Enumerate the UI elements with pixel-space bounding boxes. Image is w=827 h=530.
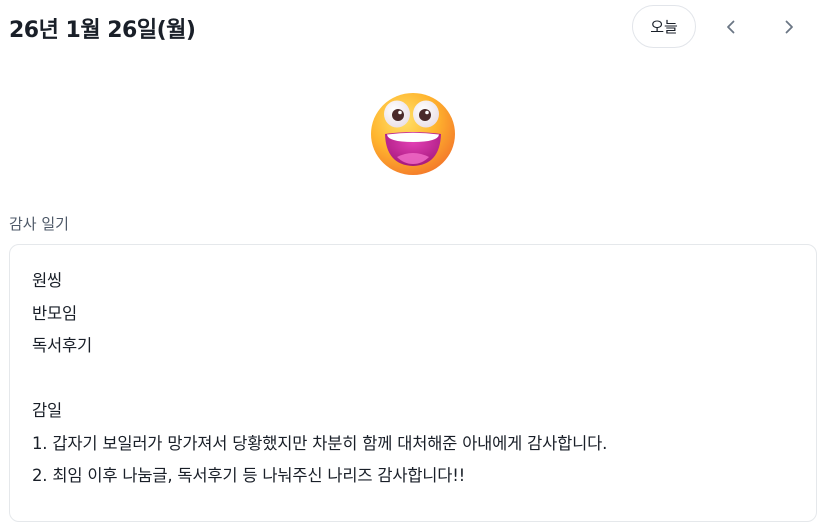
chevron-right-icon: [781, 19, 797, 35]
diary-section-label: 감사 일기: [9, 215, 69, 233]
diary-content-text: 원씽 반모임 독서후기 감일 1. 갑자기 보일러가 망가져서 당황했지만 차분…: [32, 271, 608, 485]
grinning-face-emoji-icon: [367, 93, 459, 181]
page-title: 26년 1월 26일(월): [9, 18, 196, 43]
prev-day-button[interactable]: [714, 10, 748, 44]
next-day-button[interactable]: [772, 10, 806, 44]
mood-emoji[interactable]: [367, 89, 459, 177]
header-bar: 26년 1월 26일(월) 오늘: [0, 0, 827, 58]
today-button[interactable]: 오늘: [632, 5, 696, 48]
chevron-left-icon: [723, 19, 739, 35]
diary-content-box[interactable]: 원씽 반모임 독서후기 감일 1. 갑자기 보일러가 망가져서 당황했지만 차분…: [9, 244, 817, 522]
